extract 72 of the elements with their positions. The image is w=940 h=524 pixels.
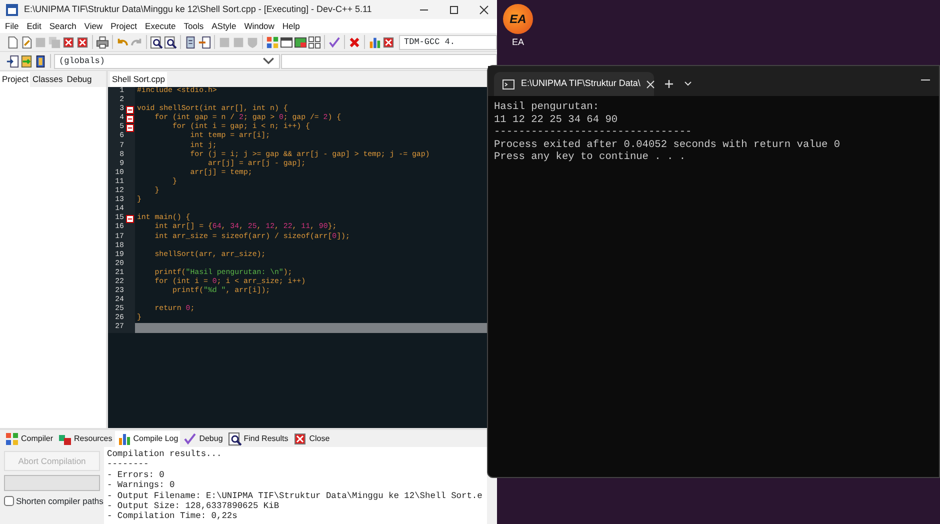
- console-line: Process exited after 0.04052 seconds with return value 0: [494, 138, 842, 152]
- bar-chart-icon[interactable]: [368, 36, 381, 48]
- log-line: - Output Filename: E:\UNIPMA TIF\Struktur Data\Minggu ke 12\Shell Sort.e: [107, 490, 484, 502]
- page-icon[interactable]: [6, 36, 19, 48]
- maximize-icon[interactable]: [449, 4, 459, 14]
- check-icon: [183, 432, 198, 446]
- log-line: Compilation results...: [107, 449, 223, 460]
- panel-tab[interactable]: Project: [0, 72, 30, 87]
- chevron-down-icon[interactable]: [684, 80, 692, 88]
- close-file-icon[interactable]: [76, 36, 89, 48]
- fold-toggle-icon[interactable]: [126, 214, 134, 223]
- grid-icon: [5, 432, 19, 446]
- panel-tab[interactable]: Compiler: [3, 430, 56, 446]
- console-line: Press any key to continue . . .: [494, 151, 687, 164]
- console-line: Hasil pengurutan:: [494, 101, 600, 114]
- menu-item[interactable]: Window: [244, 20, 274, 32]
- app-logo[interactable]: EA: [503, 4, 533, 34]
- menu-item[interactable]: Project: [110, 20, 138, 32]
- select-value: (globals): [59, 54, 105, 68]
- log-line: --------: [107, 459, 150, 470]
- log-line: - Errors: 0: [107, 470, 166, 480]
- window-icon[interactable]: [280, 36, 293, 48]
- fold-toggle-icon[interactable]: [126, 114, 134, 123]
- window-title: E:\UNIPMA TIF\Struktur Data\Minggu ke 12\Shell Sort.cpp - [Executing] - Dev-C++ 5.11: [24, 2, 372, 16]
- close-file-icon[interactable]: [382, 36, 395, 48]
- terminal-tab[interactable]: E:\UNIPMA TIF\Struktur Data\: [494, 72, 654, 96]
- printer-icon[interactable]: [96, 36, 109, 48]
- menu-item[interactable]: AStyle: [212, 20, 236, 32]
- checkbox-label: Shorten compiler paths: [16, 495, 104, 508]
- plus-icon[interactable]: [664, 79, 674, 89]
- bar-chart-icon: [117, 432, 132, 446]
- console-line: --------------------------------: [494, 126, 693, 139]
- log-line: - Warnings: 0: [107, 480, 176, 491]
- search-icon[interactable]: [150, 36, 163, 48]
- app-icon: [5, 2, 19, 16]
- tab-title: E:\UNIPMA TIF\Struktur Data\: [521, 77, 640, 90]
- page-icon[interactable]: [20, 36, 33, 48]
- checkbox[interactable]: [4, 496, 14, 506]
- check-icon[interactable]: [328, 36, 341, 48]
- grid-icon[interactable]: [308, 36, 321, 48]
- panel-tab[interactable]: Find Results: [226, 430, 290, 446]
- close-file-icon: [293, 432, 308, 446]
- menu-item[interactable]: Edit: [26, 20, 42, 32]
- x-icon[interactable]: [348, 36, 361, 48]
- unindent-icon[interactable]: [198, 36, 211, 48]
- menu-item[interactable]: Tools: [184, 20, 204, 32]
- fold-toggle-icon[interactable]: [126, 106, 134, 114]
- close-icon[interactable]: [479, 4, 489, 14]
- code-editor[interactable]: [108, 87, 487, 428]
- icon-label[interactable]: EA: [512, 36, 524, 50]
- panel-tab[interactable]: Debug: [181, 430, 225, 446]
- log-line: - Compilation Time: 0,22s: [107, 511, 238, 522]
- menu-item[interactable]: File: [5, 20, 19, 32]
- fold-toggle-icon[interactable]: [126, 124, 134, 132]
- log-line: - Output Size: 128,6337890625 KiB: [107, 501, 280, 512]
- file-tab[interactable]: Shell Sort.cpp: [110, 72, 167, 87]
- search-icon[interactable]: [164, 36, 177, 48]
- page-arrow-icon[interactable]: [6, 54, 19, 68]
- menu-item[interactable]: View: [84, 20, 103, 32]
- panel-tab[interactable]: Compile Log: [115, 430, 180, 446]
- menu-item[interactable]: Help: [282, 20, 300, 32]
- menu-item[interactable]: Execute: [145, 20, 176, 32]
- close-file-icon[interactable]: [62, 36, 75, 48]
- compiler-select[interactable]: TDM-GCC 4.: [399, 34, 497, 50]
- color-window-icon[interactable]: [294, 36, 307, 48]
- terminal-icon: [502, 78, 515, 90]
- indent-icon[interactable]: [184, 36, 197, 48]
- grid-icon[interactable]: [266, 36, 279, 48]
- menu-item[interactable]: Search: [49, 20, 76, 32]
- bookmark-icon[interactable]: [34, 54, 47, 68]
- scope-select[interactable]: (globals): [54, 54, 280, 68]
- console-line: 11 12 22 25 34 64 90: [494, 114, 619, 126]
